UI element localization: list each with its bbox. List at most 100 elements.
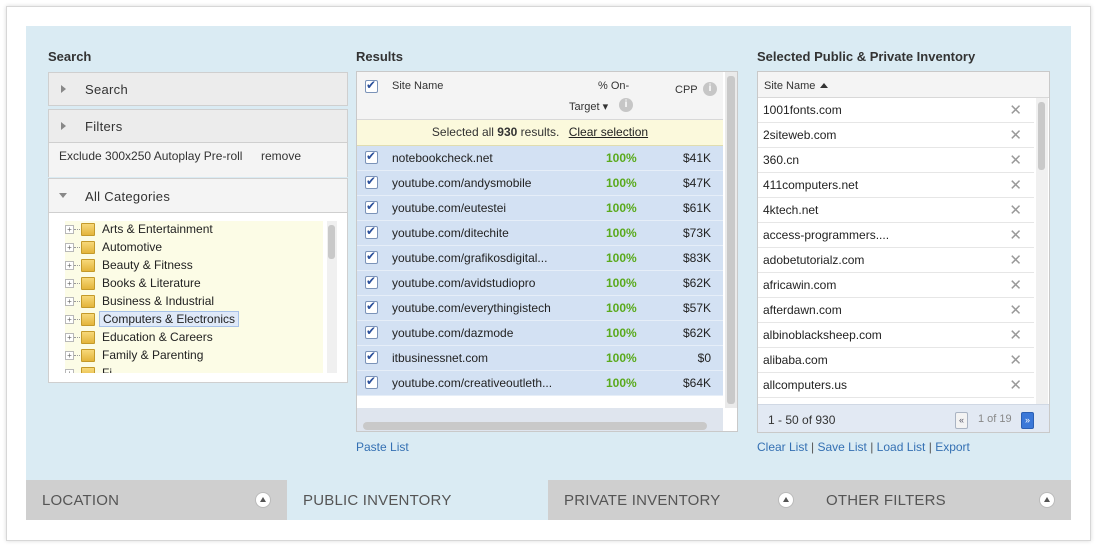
export-link[interactable]: Export (935, 440, 970, 454)
category-label: Beauty & Fitness (102, 258, 193, 272)
category-item[interactable]: + Education & Careers (65, 329, 323, 347)
inventory-header[interactable]: Site Name (758, 72, 1049, 98)
inventory-row: access-programmers.... ✕ (758, 223, 1034, 248)
remove-icon[interactable]: ✕ (1009, 176, 1022, 194)
category-item[interactable]: + Books & Literature (65, 275, 323, 293)
info-icon[interactable]: i (703, 82, 717, 96)
remove-icon[interactable]: ✕ (1009, 351, 1022, 369)
expand-toggle-icon[interactable]: + (65, 351, 74, 360)
expand-toggle-icon[interactable]: + (65, 279, 74, 288)
row-checkbox[interactable] (365, 174, 378, 189)
filters-accordion[interactable]: Filters (48, 109, 348, 143)
col-pct-on-target-sort[interactable]: Target ▾ (569, 100, 608, 113)
tab-public-inventory[interactable]: PUBLIC INVENTORY (287, 480, 548, 520)
category-item[interactable]: + Family & Parenting (65, 347, 323, 365)
categories-header[interactable]: All Categories (49, 179, 347, 213)
result-row[interactable]: youtube.com/eutestei 100% $61K (357, 196, 723, 221)
result-row[interactable]: itbusinessnet.com 100% $0 (357, 346, 723, 371)
results-horizontal-scrollbar[interactable] (363, 422, 707, 430)
results-scrollbar[interactable] (725, 72, 737, 408)
result-row[interactable]: youtube.com/avidstudiopro 100% $62K (357, 271, 723, 296)
separator: | (811, 440, 815, 454)
col-site-name[interactable]: Site Name (392, 80, 443, 92)
expand-toggle-icon[interactable]: + (65, 225, 74, 234)
row-checkbox[interactable] (365, 149, 378, 164)
remove-icon[interactable]: ✕ (1009, 226, 1022, 244)
expand-arrow-icon (61, 122, 66, 130)
info-icon[interactable]: i (619, 98, 633, 112)
expand-toggle-icon[interactable]: + (65, 297, 74, 306)
category-item[interactable]: + Beauty & Fitness (65, 257, 323, 275)
folder-icon (81, 331, 95, 344)
result-row[interactable]: youtube.com/everythingistech 100% $57K (357, 296, 723, 321)
load-list-link[interactable]: Load List (877, 440, 926, 454)
result-row[interactable]: youtube.com/grafikosdigital... 100% $83K (357, 246, 723, 271)
remove-icon[interactable]: ✕ (1009, 126, 1022, 144)
result-cpp: $83K (682, 251, 711, 265)
tab-private-inventory[interactable]: PRIVATE INVENTORY (548, 480, 810, 520)
row-checkbox[interactable] (365, 199, 378, 214)
inventory-scrollbar[interactable] (1036, 98, 1048, 404)
expand-toggle-icon[interactable]: + (65, 243, 74, 252)
remove-icon[interactable]: ✕ (1009, 326, 1022, 344)
tab-other-filters[interactable]: OTHER FILTERS (810, 480, 1071, 520)
category-item[interactable]: + Fi... (65, 365, 323, 373)
category-label: Education & Careers (102, 330, 213, 344)
scrollbar-thumb[interactable] (328, 225, 335, 259)
expand-toggle-icon[interactable]: + (65, 369, 74, 373)
category-item[interactable]: + Computers & Electronics (65, 311, 323, 329)
result-row[interactable]: youtube.com/andysmobile 100% $47K (357, 171, 723, 196)
select-all-checkbox[interactable] (365, 78, 378, 93)
category-item[interactable]: + Automotive (65, 239, 323, 257)
next-page-icon[interactable]: » (1021, 412, 1034, 429)
inventory-site: afterdawn.com (763, 303, 842, 317)
expand-toggle-icon[interactable]: + (65, 333, 74, 342)
category-item[interactable]: + Arts & Entertainment (65, 221, 323, 239)
remove-icon[interactable]: ✕ (1009, 276, 1022, 294)
inventory-footer: 1 - 50 of 930 « 1 of 19 » (758, 404, 1049, 432)
row-checkbox[interactable] (365, 324, 378, 339)
scrollbar-thumb[interactable] (727, 76, 735, 404)
expand-toggle-icon[interactable]: + (65, 261, 74, 270)
remove-icon[interactable]: ✕ (1009, 251, 1022, 269)
clear-list-link[interactable]: Clear List (757, 440, 808, 454)
row-checkbox[interactable] (365, 349, 378, 364)
inventory-row: albinoblacksheep.com ✕ (758, 323, 1034, 348)
result-pct: 100% (606, 276, 637, 290)
remove-icon[interactable]: ✕ (1009, 151, 1022, 169)
result-row[interactable]: notebookcheck.net 100% $41K (357, 146, 723, 171)
expand-toggle-icon[interactable]: + (65, 315, 74, 324)
first-page-icon[interactable]: « (955, 412, 968, 429)
row-checkbox[interactable] (365, 299, 378, 314)
clear-selection-link[interactable]: Clear selection (569, 125, 648, 139)
expand-up-icon[interactable] (255, 492, 271, 508)
result-row[interactable]: youtube.com/ditechite 100% $73K (357, 221, 723, 246)
row-checkbox[interactable] (365, 224, 378, 239)
tab-location[interactable]: LOCATION (26, 480, 287, 520)
row-checkbox[interactable] (365, 249, 378, 264)
result-row[interactable]: youtube.com/creativeoutleth... 100% $64K (357, 371, 723, 396)
result-cpp: $62K (682, 326, 711, 340)
remove-icon[interactable]: ✕ (1009, 301, 1022, 319)
row-checkbox[interactable] (365, 374, 378, 389)
save-list-link[interactable]: Save List (818, 440, 867, 454)
scrollbar-thumb[interactable] (1038, 102, 1045, 170)
search-accordion[interactable]: Search (48, 72, 348, 106)
col-cpp[interactable]: CPP (675, 84, 698, 96)
folder-icon (81, 277, 95, 290)
result-row[interactable]: youtube.com/dazmode 100% $62K (357, 321, 723, 346)
remove-icon[interactable]: ✕ (1009, 376, 1022, 394)
separator: | (870, 440, 874, 454)
remove-icon[interactable]: ✕ (1009, 201, 1022, 219)
result-cpp: $57K (682, 301, 711, 315)
remove-filter-link[interactable]: remove (261, 149, 301, 163)
category-scrollbar[interactable] (327, 221, 337, 373)
col-site-name[interactable]: Site Name (764, 80, 815, 92)
col-pct-on-target[interactable]: % On- (598, 80, 629, 92)
category-item[interactable]: + Business & Industrial (65, 293, 323, 311)
remove-icon[interactable]: ✕ (1009, 101, 1022, 119)
row-checkbox[interactable] (365, 274, 378, 289)
expand-up-icon[interactable] (778, 492, 794, 508)
expand-up-icon[interactable] (1039, 492, 1055, 508)
paste-list-link[interactable]: Paste List (356, 440, 409, 454)
